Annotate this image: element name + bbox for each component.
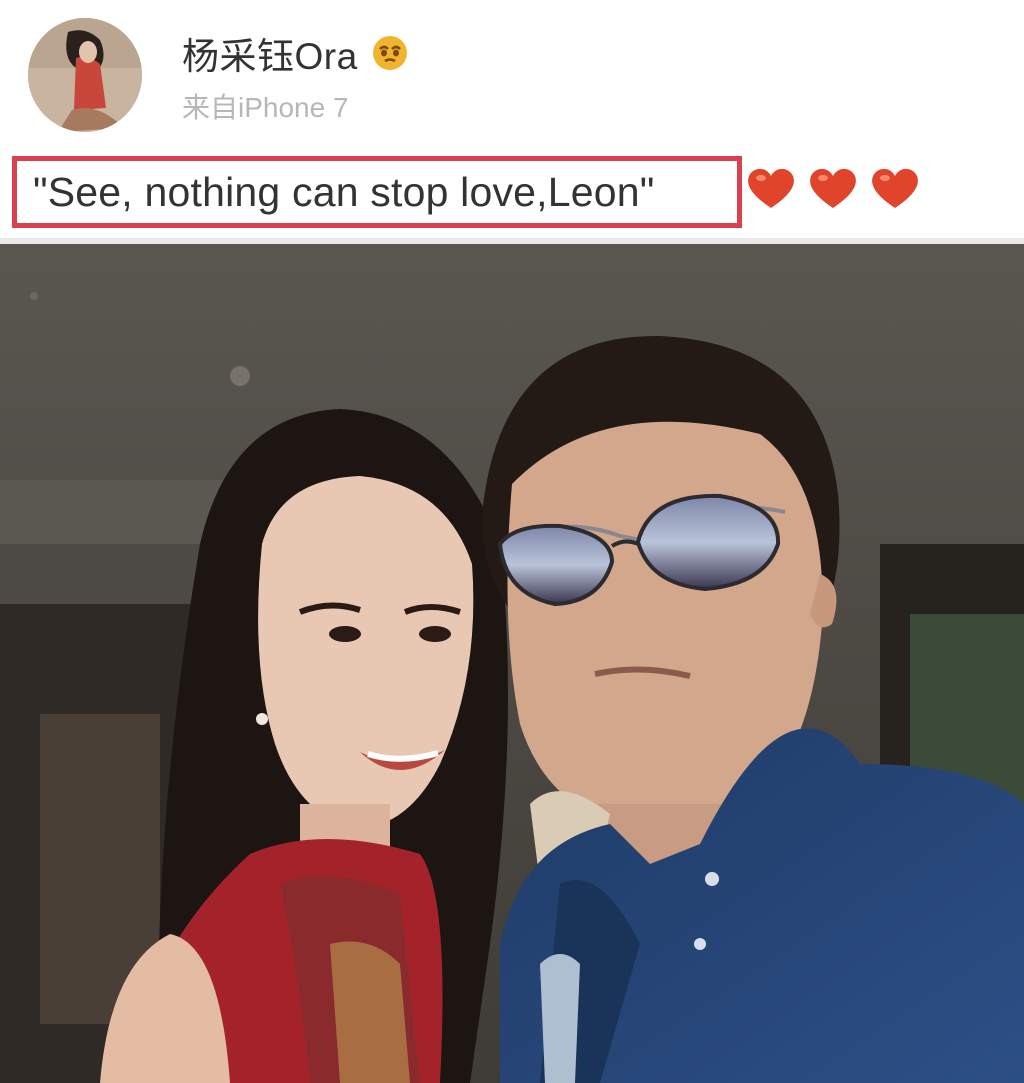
gold-emoji-badge-icon xyxy=(370,33,410,73)
avatar[interactable] xyxy=(28,18,142,132)
red-heart-icon xyxy=(746,166,796,210)
heart-emoji-row xyxy=(746,166,920,210)
photo-image xyxy=(0,244,1024,1083)
selfie-photo[interactable] xyxy=(0,244,1024,1083)
post-header: 杨采钰Ora 来自iPhone 7 "See, nothing can stop… xyxy=(0,0,1024,240)
caption-highlight-box: "See, nothing can stop love,Leon" xyxy=(12,156,742,228)
red-heart-icon xyxy=(808,166,858,210)
avatar-image xyxy=(28,18,142,132)
author-name[interactable]: 杨采钰Ora xyxy=(182,30,410,77)
post-caption: "See, nothing can stop love,Leon" xyxy=(33,168,655,215)
post-source: 来自iPhone 7 xyxy=(182,92,349,123)
author-name-text[interactable]: 杨采钰Ora xyxy=(182,26,358,80)
red-heart-icon xyxy=(870,166,920,210)
